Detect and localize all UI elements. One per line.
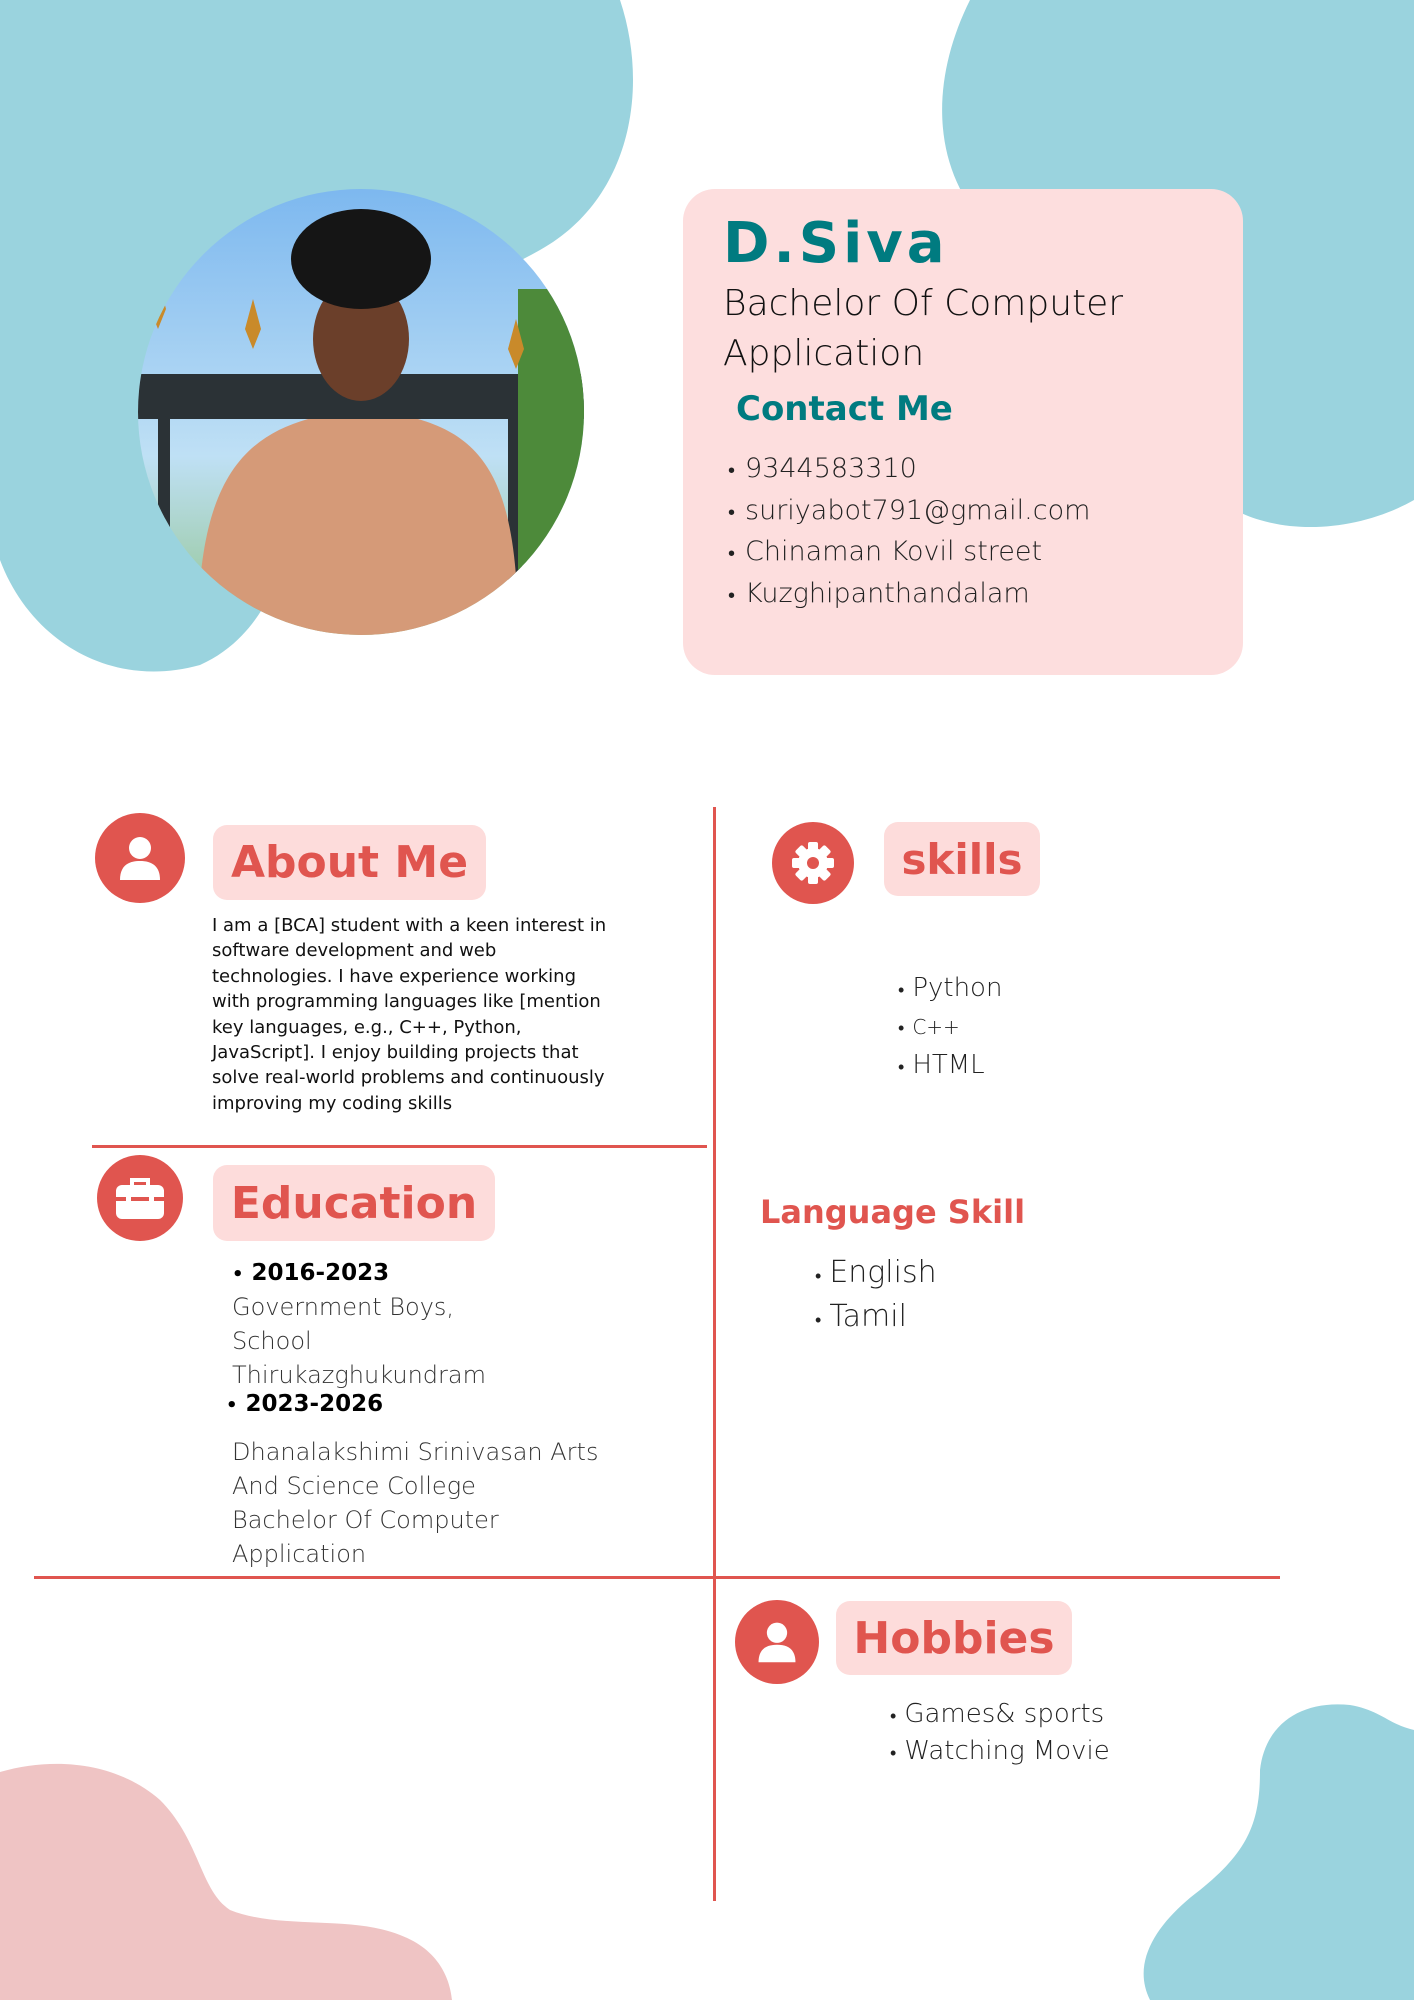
divider-vertical xyxy=(713,807,716,1901)
blob-bottom-left xyxy=(0,1763,452,2000)
hobbies-list: Games& sports Watching Movie xyxy=(890,1697,1110,1771)
degree-title: Bachelor Of Computer Application xyxy=(723,283,1124,374)
education-title: Education xyxy=(213,1165,495,1241)
education-line: And Science College xyxy=(232,1472,476,1500)
profile-photo xyxy=(138,189,584,635)
education-line: Bachelor Of Computer xyxy=(232,1506,499,1534)
contact-email[interactable]: suriyabot791@gmail.com xyxy=(728,491,1090,533)
language-item: Tamil xyxy=(815,1297,937,1341)
language-list: English Tamil xyxy=(815,1253,937,1341)
education-line: School xyxy=(232,1327,312,1355)
education-years: 2023-2026 xyxy=(226,1391,384,1417)
about-text: I am a [BCA] student with a keen interes… xyxy=(212,915,607,1114)
skill-item: HTML xyxy=(898,1047,1002,1086)
skills-list: Python C++ HTML xyxy=(898,970,1002,1086)
education-institution: Dhanalakshimi Srinivasan Arts And Scienc… xyxy=(232,1435,598,1571)
about-title: About Me xyxy=(213,825,486,900)
contact-list: 9344583310 suriyabot791@gmail.com Chinam… xyxy=(728,449,1090,615)
user-icon xyxy=(735,1600,819,1684)
contact-heading: Contact Me xyxy=(736,389,953,429)
education-line: Application xyxy=(232,1540,367,1568)
hobby-item: Games& sports xyxy=(890,1697,1110,1734)
divider-bottom xyxy=(34,1576,1280,1579)
skill-item: Python xyxy=(898,970,1002,1009)
education-institution: Government Boys, School Thirukazghukundr… xyxy=(232,1290,486,1392)
hobbies-title: Hobbies xyxy=(836,1601,1072,1675)
gear-icon xyxy=(772,822,854,904)
person-name: D.Siva xyxy=(723,211,949,276)
skills-title: skills xyxy=(884,822,1040,896)
contact-card: D.Siva Bachelor Of Computer Application … xyxy=(683,189,1243,675)
language-item: English xyxy=(815,1253,936,1297)
user-icon xyxy=(95,813,185,903)
education-line: Dhanalakshimi Srinivasan Arts xyxy=(232,1438,599,1466)
contact-phone: 9344583310 xyxy=(728,449,1090,491)
education-years: 2016-2023 xyxy=(232,1260,390,1286)
contact-street: Chinaman Kovil street xyxy=(728,532,1090,574)
education-line: Government Boys, xyxy=(232,1293,455,1321)
blob-bottom-right xyxy=(1143,1704,1414,2000)
education-line: Thirukazghukundram xyxy=(232,1361,486,1389)
skill-item: C++ xyxy=(898,1009,1002,1047)
language-title: Language Skill xyxy=(760,1193,1026,1231)
contact-town: Kuzghipanthandalam xyxy=(728,574,1090,616)
hobby-item: Watching Movie xyxy=(890,1734,1109,1771)
briefcase-icon xyxy=(97,1155,183,1241)
divider-about-education xyxy=(92,1145,707,1148)
